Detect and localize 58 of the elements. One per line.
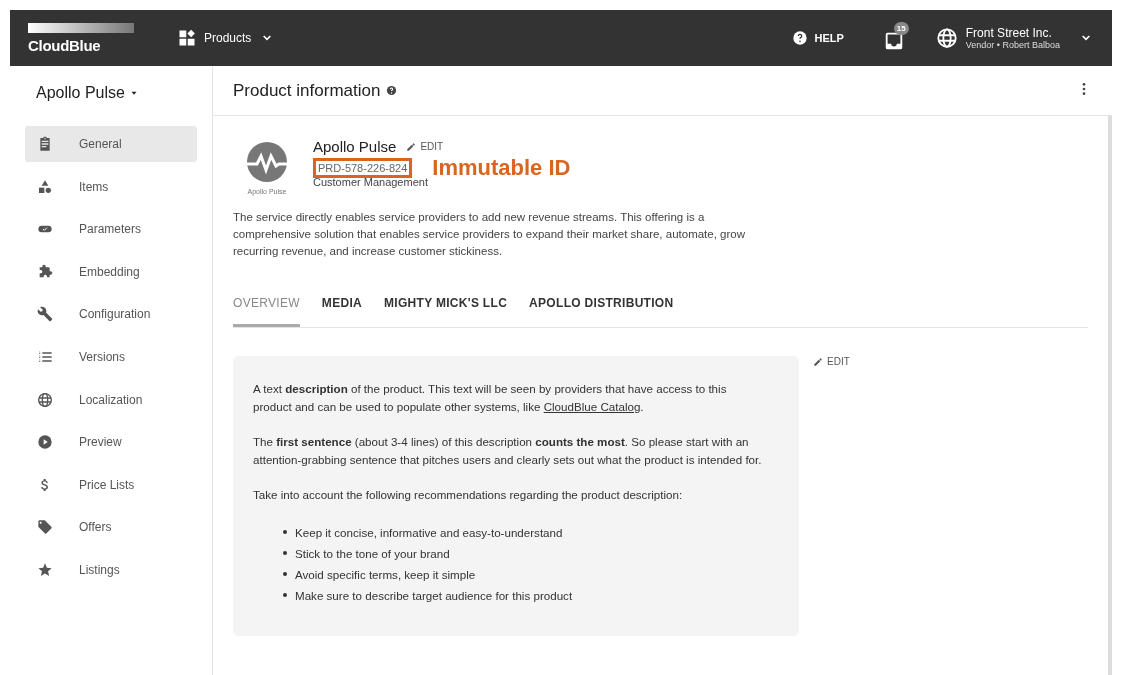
tab[interactable]: MEDIA [321, 288, 363, 327]
brand-name: CloudBlue [28, 36, 102, 54]
bullet-icon [283, 530, 287, 534]
product-name: Apollo Pulse [313, 138, 397, 155]
module-label: Products [204, 31, 252, 45]
sidebar-item[interactable]: Items [25, 168, 197, 205]
count-badge: 15 [893, 22, 909, 35]
wrench-icon [37, 306, 53, 323]
globe-icon [935, 27, 958, 49]
help-icon [386, 85, 398, 96]
account-menu[interactable]: Front Street Inc. Vendor • Robert Balboa [935, 26, 1094, 50]
description-paragraph: A text description of the product. This text will be seen by providers that have access to this product and can be used to populate other systems, like CloudBlue Catalog. [253, 381, 728, 415]
bullet-icon [283, 593, 287, 597]
grid-icon [178, 29, 196, 47]
module-menu[interactable]: Products [178, 29, 276, 47]
clipboard-icon [37, 136, 53, 152]
bullet-icon [283, 551, 287, 555]
bullet-text: Avoid specific terms, keep it simple [295, 566, 476, 583]
bullet-text: Stick to the tone of your brand [295, 545, 450, 562]
description-paragraph: Take into account the following recommendations regarding the product description: [253, 487, 684, 503]
sidebar-item[interactable]: Preview [25, 424, 197, 461]
edit-button[interactable]: EDIT [406, 141, 444, 152]
help-button[interactable]: HELP [786, 29, 850, 47]
pencil-icon [813, 356, 823, 367]
sidebar-item[interactable]: Listings [25, 551, 197, 588]
sidebar-item[interactable]: General [25, 126, 197, 162]
annotation-label: Immutable ID [432, 155, 571, 181]
play-icon [37, 434, 53, 451]
page-title: Product information [233, 80, 381, 101]
bullet-text: Make sure to describe target audience for this product [295, 587, 573, 604]
sidebar-item[interactable]: Price Lists [25, 466, 197, 503]
edit-button[interactable]: EDIT [813, 356, 850, 367]
product-summary: The service directly enables service providers to add new revenue streams. This offering is a comprehensive solution that enables service providers to expand their market share, automate, grow recurring revenue, and increase customer stickiness. [233, 210, 747, 259]
product-category: Customer Management [313, 176, 429, 188]
bullet-text: Keep it concise, informative and easy-to-understand [295, 524, 563, 541]
help-icon [792, 30, 809, 46]
description-paragraph: The first sentence (about 3-4 lines) of this description counts the most. So please start with an attention-grabbing sentence that pitches users and clearly sets out what the product is intended for. [253, 434, 763, 468]
star-icon [37, 561, 53, 578]
account-role: Vendor • Robert Balboa [965, 40, 1060, 50]
product-selector[interactable]: Apollo Pulse [20, 80, 155, 126]
sidebar-item[interactable]: Embedding [25, 253, 197, 290]
sidebar-item[interactable]: Configuration [25, 296, 197, 333]
puzzle-icon [37, 263, 53, 280]
product-id: PRD-578-226-824 [313, 158, 413, 178]
tag-icon [37, 519, 53, 536]
sidebar-item[interactable]: Offers [25, 509, 197, 546]
tab[interactable]: OVERVIEW [233, 288, 300, 327]
sidebar-item[interactable]: Parameters [25, 211, 197, 248]
notifications-button[interactable]: 15 [881, 22, 914, 54]
bullet-icon [283, 572, 287, 576]
globe-icon [37, 391, 53, 408]
sidebar-item[interactable]: Localization [25, 381, 197, 418]
sidebar-item[interactable]: Versions [25, 338, 197, 375]
tab[interactable]: APOLLO DISTRIBUTION [529, 288, 674, 327]
tab[interactable]: MIGHTY MICK'S LLC [384, 288, 508, 327]
account-name: Front Street Inc. [965, 26, 1053, 40]
shapes-icon [37, 178, 53, 195]
pencil-icon [406, 141, 417, 152]
